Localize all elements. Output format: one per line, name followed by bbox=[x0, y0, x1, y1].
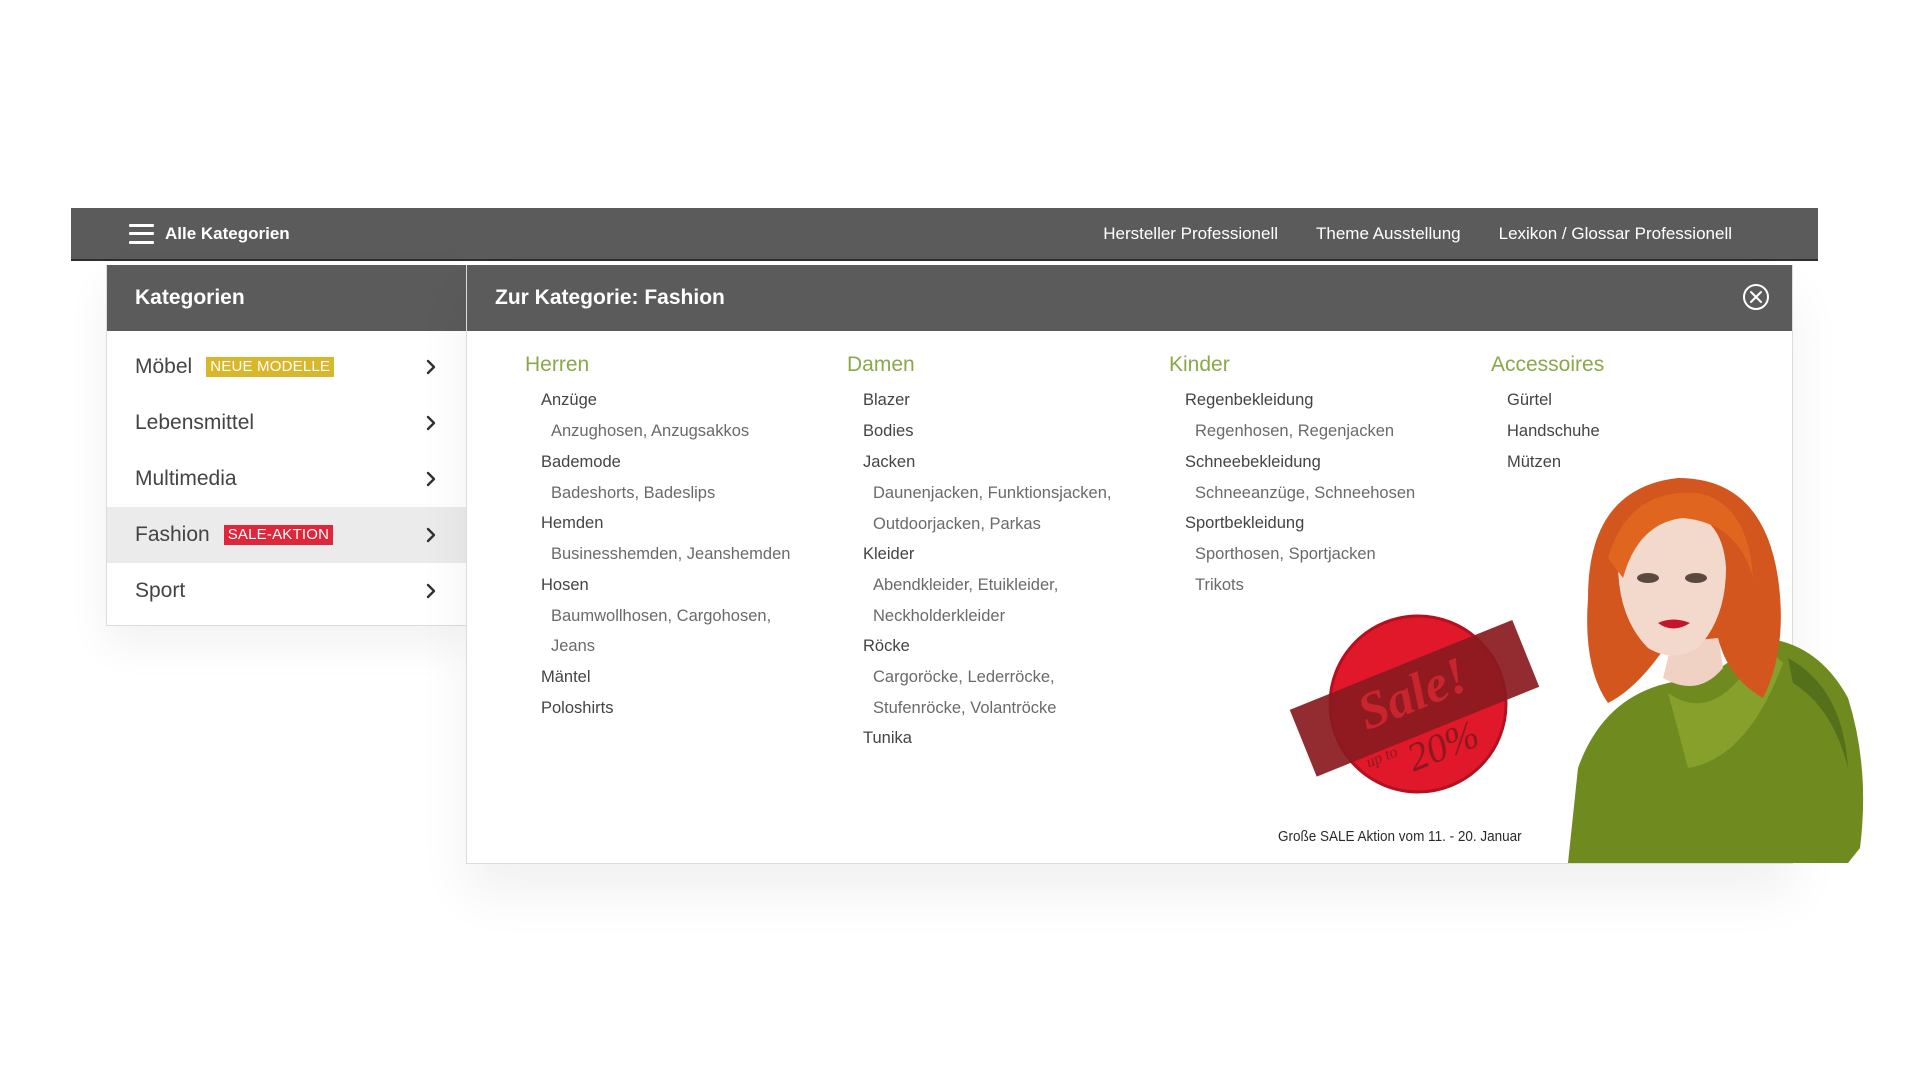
category-column-damen: Damen Blazer Bodies Jacken Daunenjacken, Fun… bbox=[847, 353, 1123, 754]
subcategory-link[interactable]: Röcke bbox=[863, 631, 1123, 662]
subcategory-sublinks: Baumwollhosen, Cargohosen, Jeans bbox=[551, 601, 801, 662]
category-badge: NEUE MODELLE bbox=[206, 357, 335, 377]
sub-link[interactable]: Regenjacken bbox=[1298, 422, 1394, 440]
category-column-kinder: Kinder Regenbekleidung Regenhosen, Regenja… bbox=[1169, 353, 1415, 600]
sidebar-item-möbel[interactable]: Möbel NEUE MODELLE bbox=[107, 339, 467, 395]
sidebar-list: Möbel NEUE MODELLE Lebensmittel Multimedia F… bbox=[107, 331, 467, 619]
category-column-herren: Herren Anzüge Anzughosen, Anzugsakkos Badem… bbox=[525, 353, 801, 724]
subcategory-sublinks: Abendkleider, Etuikleider, Neckholderkle… bbox=[873, 570, 1123, 631]
subcategory-link[interactable]: Kleider bbox=[863, 539, 1123, 570]
column-heading[interactable]: Damen bbox=[847, 353, 1123, 377]
sidebar-item-lebensmittel[interactable]: Lebensmittel bbox=[107, 395, 467, 451]
column-heading[interactable]: Accessoires bbox=[1491, 353, 1604, 377]
sidebar-item-label: Lebensmittel bbox=[135, 411, 255, 434]
fashion-model-image bbox=[1568, 478, 1864, 863]
nav-link-lexikon[interactable]: Lexikon / Glossar Professionell bbox=[1499, 224, 1732, 244]
sub-link[interactable]: Anzughosen, bbox=[551, 422, 647, 440]
subcategory-sublinks: Daunenjacken, Funktionsjacken, Outdoorja… bbox=[873, 478, 1123, 539]
category-badge: SALE-AKTION bbox=[223, 525, 334, 545]
sub-link[interactable]: Daunenjacken, bbox=[873, 484, 983, 502]
subcategory-link[interactable]: Blazer bbox=[863, 385, 1123, 416]
sub-link[interactable]: Jeans bbox=[551, 637, 595, 655]
sidebar-item-multimedia[interactable]: Multimedia bbox=[107, 451, 467, 507]
subcategory-link[interactable]: Gürtel bbox=[1507, 385, 1604, 416]
subcategory-sublinks: Cargoröcke, Lederröcke, Stufenröcke, Vol… bbox=[873, 662, 1123, 723]
sidebar-item-label: Multimedia bbox=[135, 467, 237, 490]
sub-link[interactable]: Regenhosen, bbox=[1195, 422, 1293, 440]
subcategory-sublinks: Sporthosen, Sportjacken bbox=[1195, 539, 1415, 570]
all-categories-label: Alle Kategorien bbox=[165, 223, 290, 243]
top-nav-links: Hersteller Professionell Theme Ausstellu… bbox=[1065, 208, 1732, 259]
top-navigation-bar: Alle Kategorien Hersteller Professionell… bbox=[71, 208, 1818, 261]
sidebar-item-fashion[interactable]: Fashion SALE-AKTION bbox=[107, 507, 467, 563]
subcategory-sublinks: Businesshemden, Jeanshemden bbox=[551, 539, 801, 570]
chevron-right-icon bbox=[425, 451, 437, 507]
subcategory-link[interactable]: Tunika bbox=[863, 723, 1123, 754]
sub-link[interactable]: Sportjacken bbox=[1289, 545, 1376, 563]
sidebar-title: Kategorien bbox=[107, 265, 467, 331]
subcategory-sublinks: Regenhosen, Regenjacken bbox=[1195, 416, 1415, 447]
subcategory-link[interactable]: Anzüge bbox=[541, 385, 801, 416]
all-categories-button[interactable]: Alle Kategorien bbox=[129, 208, 290, 259]
chevron-right-icon bbox=[425, 563, 437, 619]
sub-link[interactable]: Outdoorjacken, bbox=[873, 515, 985, 533]
subcategory-link[interactable]: Jacken bbox=[863, 447, 1123, 478]
subcategory-link[interactable]: Hosen bbox=[541, 570, 801, 601]
subcategory-link[interactable]: Bademode bbox=[541, 447, 801, 478]
sub-link[interactable]: Schneehosen bbox=[1314, 484, 1415, 502]
sub-link[interactable]: Volantröcke bbox=[970, 699, 1056, 717]
subcategory-link[interactable]: Hemden bbox=[541, 508, 801, 539]
sub-link[interactable]: Businesshemden, bbox=[551, 545, 682, 563]
subcategory-sublinks: Badeshorts, Badeslips bbox=[551, 478, 801, 509]
chevron-right-icon bbox=[425, 339, 437, 395]
subcategory-link[interactable]: Mäntel bbox=[541, 662, 801, 693]
sub-link[interactable]: Sporthosen, bbox=[1195, 545, 1284, 563]
subcategory-link[interactable]: Poloshirts bbox=[541, 693, 801, 724]
chevron-right-icon bbox=[425, 395, 437, 451]
sub-link[interactable]: Cargohosen, bbox=[677, 607, 771, 625]
column-heading[interactable]: Kinder bbox=[1169, 353, 1415, 377]
sub-link[interactable]: Etuikleider, bbox=[978, 576, 1059, 594]
sub-link[interactable]: Anzugsakkos bbox=[651, 422, 749, 440]
nav-link-hersteller[interactable]: Hersteller Professionell bbox=[1103, 224, 1278, 244]
sub-link[interactable]: Badeslips bbox=[644, 484, 716, 502]
column-heading[interactable]: Herren bbox=[525, 353, 801, 377]
sub-link[interactable]: Parkas bbox=[990, 515, 1041, 533]
sub-link[interactable]: Baumwollhosen, bbox=[551, 607, 672, 625]
panel-title[interactable]: Zur Kategorie: Fashion bbox=[495, 265, 725, 331]
panel-header: Zur Kategorie: Fashion bbox=[467, 265, 1792, 331]
nav-link-theme-ausstellung[interactable]: Theme Ausstellung bbox=[1316, 224, 1461, 244]
sidebar-item-label: Möbel bbox=[135, 355, 193, 378]
sidebar-item-label: Fashion bbox=[135, 523, 210, 546]
category-column-accessoires: Accessoires Gürtel Handschuhe Mützen bbox=[1491, 353, 1604, 478]
sub-link[interactable]: Lederröcke, bbox=[967, 668, 1054, 686]
sub-link[interactable]: Neckholderkleider bbox=[873, 607, 1005, 625]
hamburger-menu-icon bbox=[129, 223, 154, 244]
sub-link[interactable]: Abendkleider, bbox=[873, 576, 973, 594]
category-sidebar: Kategorien Möbel NEUE MODELLE Lebensmittel… bbox=[106, 265, 468, 626]
sub-link[interactable]: Funktionsjacken, bbox=[988, 484, 1112, 502]
subcategory-link[interactable]: Handschuhe bbox=[1507, 416, 1604, 447]
sub-link[interactable]: Schneeanzüge, bbox=[1195, 484, 1310, 502]
sub-link[interactable]: Stufenröcke, bbox=[873, 699, 966, 717]
sale-badge-icon: Sale! up to 20% bbox=[1289, 614, 1540, 794]
subcategory-sublinks: Schneeanzüge, Schneehosen bbox=[1195, 478, 1415, 509]
subcategory-link[interactable]: Bodies bbox=[863, 416, 1123, 447]
promo-caption: Große SALE Aktion vom 11. - 20. Januar bbox=[1278, 828, 1522, 845]
subcategory-sublinks: Anzughosen, Anzugsakkos bbox=[551, 416, 801, 447]
sidebar-item-sport[interactable]: Sport bbox=[107, 563, 467, 619]
subcategory-link[interactable]: Regenbekleidung bbox=[1185, 385, 1415, 416]
sub-link[interactable]: Jeanshemden bbox=[687, 545, 791, 563]
subcategory-link[interactable]: Sportbekleidung bbox=[1185, 508, 1415, 539]
chevron-right-icon bbox=[425, 507, 437, 563]
subcategory-link[interactable]: Schneebekleidung bbox=[1185, 447, 1415, 478]
close-icon[interactable] bbox=[1742, 283, 1770, 311]
sub-link[interactable]: Cargoröcke, bbox=[873, 668, 963, 686]
sub-link[interactable]: Badeshorts, bbox=[551, 484, 639, 502]
sidebar-item-label: Sport bbox=[135, 579, 186, 602]
